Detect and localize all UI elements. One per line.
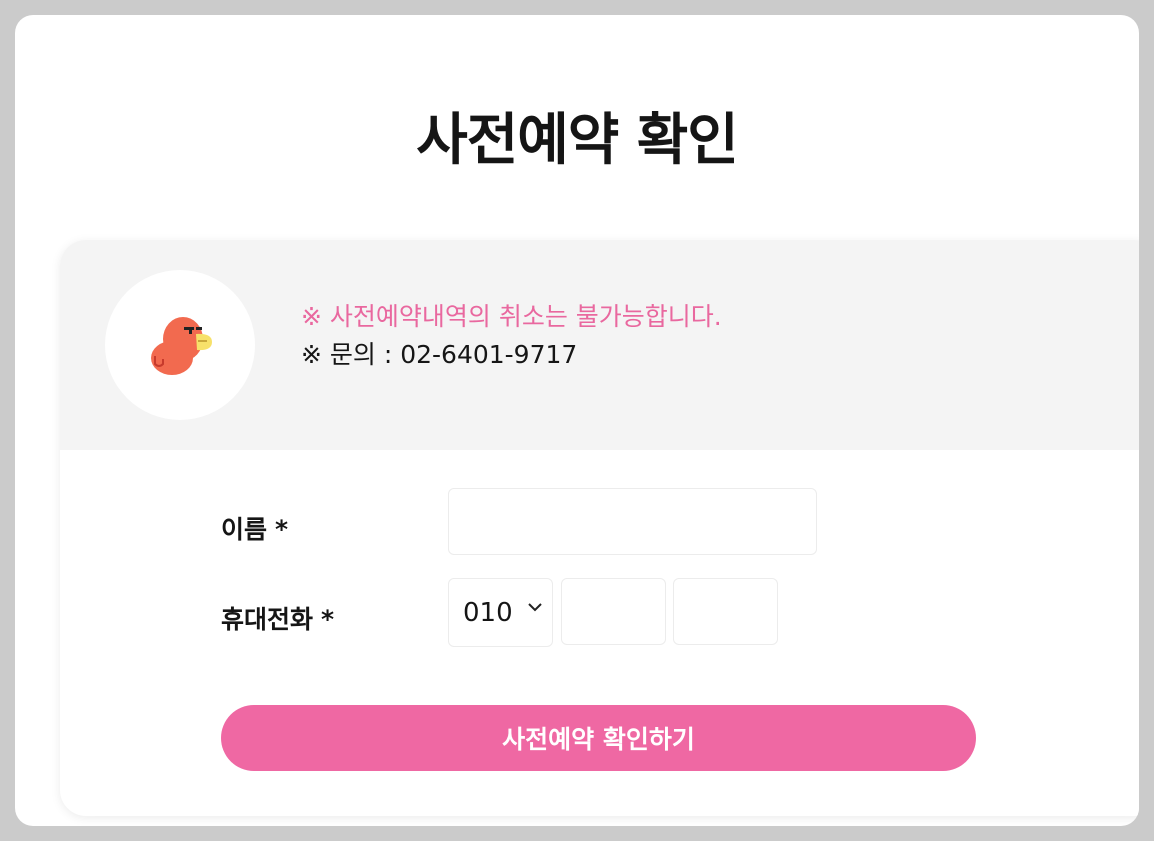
phone-last-input[interactable] <box>673 578 778 645</box>
phone-label-text: 휴대전화 <box>221 605 314 634</box>
name-input[interactable] <box>448 488 817 555</box>
phone-middle-input[interactable] <box>561 578 666 645</box>
lookup-card: ※ 사전예약내역의 취소는 불가능합니다. ※ 문의 : 02-6401-971… <box>60 240 1139 816</box>
required-mark: * <box>275 515 289 544</box>
avatar <box>105 270 255 420</box>
phone-prefix-select[interactable]: 010 <box>448 578 553 647</box>
phone-prefix-value: 010 <box>463 597 513 628</box>
chevron-down-icon <box>528 603 542 612</box>
required-mark: * <box>321 605 335 634</box>
notice-panel: ※ 사전예약내역의 취소는 불가능합니다. ※ 문의 : 02-6401-971… <box>60 240 1139 450</box>
cancel-warning: ※ 사전예약내역의 취소는 불가능합니다. <box>301 302 722 331</box>
page-title: 사전예약 확인 <box>416 108 739 173</box>
submit-button[interactable]: 사전예약 확인하기 <box>221 705 976 771</box>
name-label-text: 이름 <box>221 515 268 544</box>
bird-mascot-icon <box>151 317 212 375</box>
notice-text: ※ 사전예약내역의 취소는 불가능합니다. ※ 문의 : 02-6401-971… <box>301 298 722 374</box>
name-label: 이름 * <box>221 510 288 546</box>
phone-label: 휴대전화 * <box>221 600 334 636</box>
page-card: 사전예약 확인 ※ 사전예약내역의 취소는 불가능합니다. ※ 문의 : 02-… <box>15 15 1139 826</box>
contact-info: ※ 문의 : 02-6401-9717 <box>301 340 578 369</box>
